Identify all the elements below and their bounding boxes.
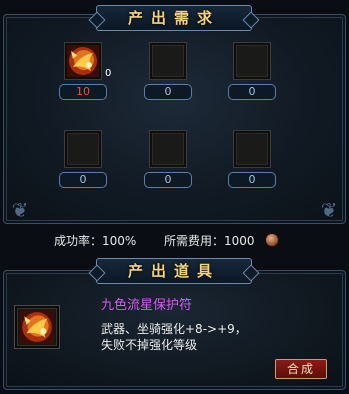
output-item-slot[interactable] <box>14 305 60 349</box>
talisman-item-icon <box>67 45 99 77</box>
material-slot-2[interactable] <box>149 42 187 80</box>
quantity-field-1[interactable]: 10 <box>59 84 107 100</box>
slot-count: 0 <box>105 68 112 79</box>
quantity-field-6[interactable]: 0 <box>228 172 276 188</box>
ornament-corner-icon: ❦ <box>320 198 338 222</box>
coin-icon <box>265 233 279 247</box>
output-title: 产出道具 <box>96 258 252 284</box>
material-slot-5[interactable] <box>149 130 187 168</box>
material-slot-4[interactable] <box>64 130 102 168</box>
success-rate: 成功率：100% <box>54 234 137 248</box>
material-slot-3[interactable] <box>233 42 271 80</box>
output-item-name: 九色流星保护符 <box>101 298 193 313</box>
quantity-field-3[interactable]: 0 <box>228 84 276 100</box>
quantity-field-2[interactable]: 0 <box>144 84 192 100</box>
synthesize-button[interactable]: 合成 <box>275 359 327 379</box>
material-slot-6[interactable] <box>233 130 271 168</box>
output-item-desc-line2: 失败不掉强化等级 <box>101 338 198 352</box>
cost-label: 所需费用：1000 <box>164 234 255 248</box>
quantity-field-5[interactable]: 0 <box>144 172 192 188</box>
talisman-item-icon <box>20 310 54 344</box>
quantity-field-4[interactable]: 0 <box>59 172 107 188</box>
output-item-desc-line1: 武器、坐骑强化+8->+9， <box>101 322 247 336</box>
requirements-title: 产出需求 <box>96 5 252 31</box>
material-slot-1[interactable]: 0 <box>64 42 111 80</box>
ornament-corner-icon: ❦ <box>11 198 29 222</box>
